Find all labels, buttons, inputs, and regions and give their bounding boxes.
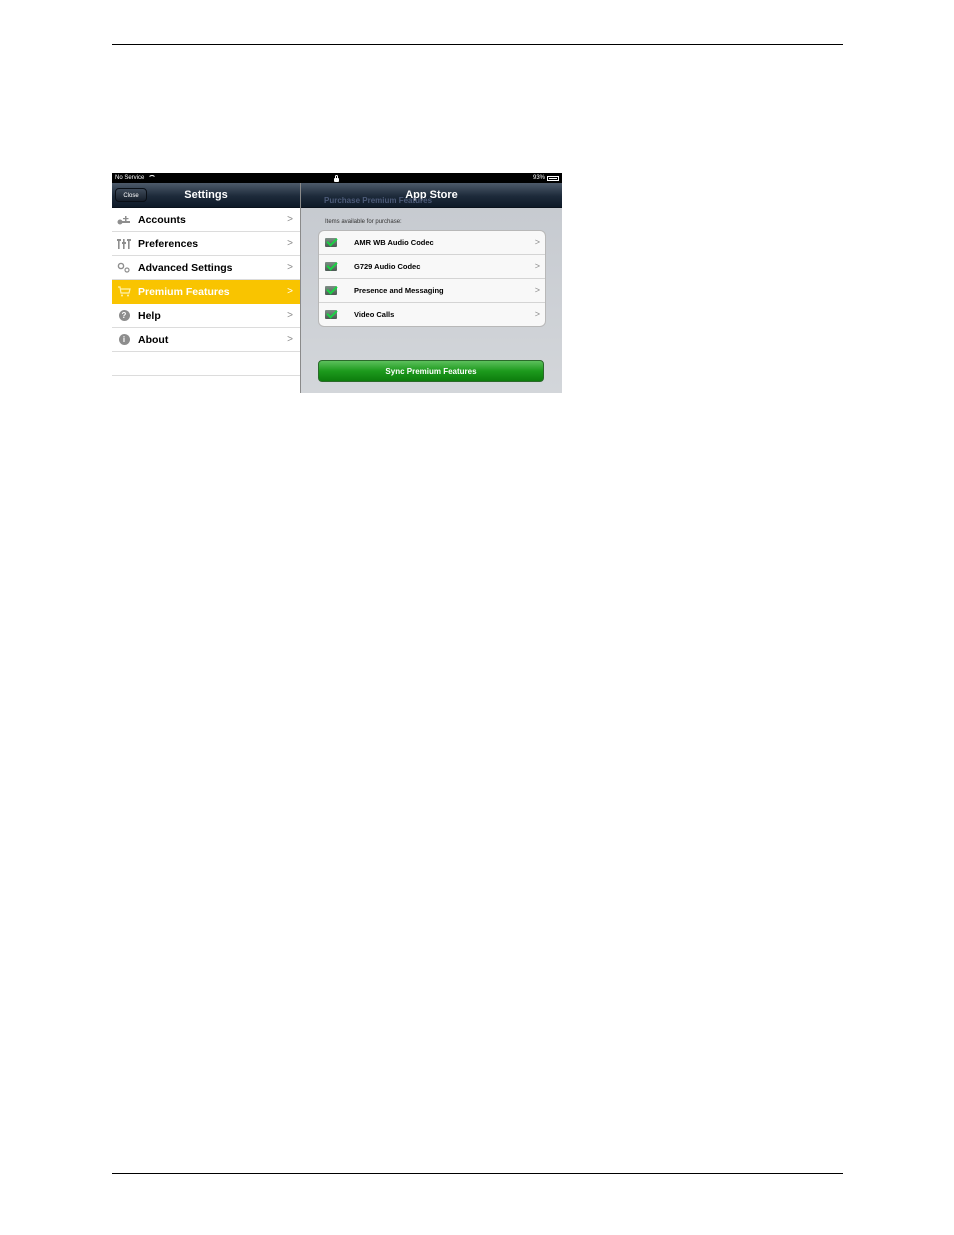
menu-label: About [138,333,169,346]
footer-rule [112,1173,843,1174]
header-rule [112,44,843,45]
menu-label: Premium Features [138,285,230,298]
info-icon: i [117,334,131,346]
section-title: Purchase Premium Features [324,196,433,205]
help-icon: ? [117,310,131,322]
item-label: G729 Audio Codec [354,262,421,271]
app-store-pane: App Store Purchase Premium Features Item… [301,183,562,393]
menu-item-help[interactable]: ? Help > [112,304,300,328]
chevron-right-icon: > [287,310,293,321]
purchase-item-amr-wb[interactable]: AMR WB Audio Codec > [319,231,545,255]
chevron-right-icon: > [534,309,540,319]
section-subtitle: Items available for purchase: [325,219,402,225]
item-label: Video Calls [354,310,395,319]
chevron-right-icon: > [534,285,540,295]
checked-icon [325,262,337,271]
ipad-screenshot: No Service 93% Settings Close Accounts >… [112,173,562,393]
chevron-right-icon: > [287,334,293,345]
wifi-icon [148,175,157,181]
chevron-right-icon: > [287,262,293,273]
menu-item-about[interactable]: i About > [112,328,300,352]
preferences-icon [117,238,131,250]
item-label: AMR WB Audio Codec [354,238,434,247]
battery-icon [547,175,559,181]
menu-label: Accounts [138,213,186,226]
gears-icon [117,262,131,274]
purchase-items-list: AMR WB Audio Codec > G729 Audio Codec > … [318,230,546,327]
lock-icon [334,175,339,182]
carrier-text: No Service [115,175,145,181]
purchase-item-video-calls[interactable]: Video Calls > [319,303,545,326]
checked-icon [325,310,337,319]
cart-icon [117,286,131,298]
settings-pane: Settings Close Accounts > Preferences > … [112,183,301,393]
menu-item-accounts[interactable]: Accounts > [112,208,300,232]
status-bar: No Service 93% [112,173,562,183]
menu-label: Help [138,309,161,322]
chevron-right-icon: > [534,237,540,247]
purchase-item-g729[interactable]: G729 Audio Codec > [319,255,545,279]
menu-label: Advanced Settings [138,261,233,274]
item-label: Presence and Messaging [354,286,444,295]
settings-navbar: Settings Close [112,183,300,208]
chevron-right-icon: > [534,261,540,271]
menu-item-premium-features[interactable]: Premium Features > [112,280,300,304]
checked-icon [325,286,337,295]
chevron-right-icon: > [287,238,293,249]
battery-percent: 93% [532,175,545,181]
chevron-right-icon: > [287,286,293,297]
close-button[interactable]: Close [115,188,147,202]
purchase-item-presence[interactable]: Presence and Messaging > [319,279,545,303]
menu-item-advanced-settings[interactable]: Advanced Settings > [112,256,300,280]
sync-premium-features-button[interactable]: Sync Premium Features [318,360,544,382]
empty-row [112,352,300,376]
accounts-icon [117,214,131,226]
checked-icon [325,238,337,247]
menu-item-preferences[interactable]: Preferences > [112,232,300,256]
menu-label: Preferences [138,237,199,250]
chevron-right-icon: > [287,214,293,225]
